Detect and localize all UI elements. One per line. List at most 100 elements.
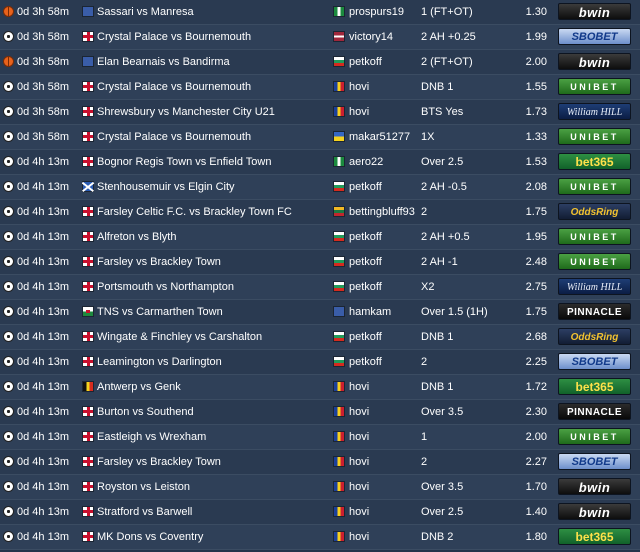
match-link[interactable]: Crystal Palace vs Bournemouth bbox=[97, 25, 327, 49]
bookmaker-logo[interactable]: bwin bbox=[558, 478, 631, 495]
match-link[interactable]: Sassari vs Manresa bbox=[97, 0, 327, 24]
match-link[interactable]: Crystal Palace vs Bournemouth bbox=[97, 125, 327, 149]
tipster-link[interactable]: prospurs19 bbox=[349, 0, 419, 24]
bookmaker-cell[interactable]: SBOBET bbox=[558, 25, 633, 49]
bookmaker-cell[interactable]: bwin bbox=[558, 500, 633, 524]
tip-row[interactable]: 0d 4h 13m Portsmouth vs Northampton petk… bbox=[0, 275, 640, 300]
bookmaker-logo[interactable]: UNIBET bbox=[558, 78, 631, 95]
bookmaker-cell[interactable]: OddsRing bbox=[558, 200, 633, 224]
bookmaker-logo[interactable]: bet365 bbox=[558, 153, 631, 170]
tipster-link[interactable]: hamkam bbox=[349, 300, 419, 324]
tip-row[interactable]: 0d 4h 13m Antwerp vs Genk hovi DNB 1 1.7… bbox=[0, 375, 640, 400]
bookmaker-logo[interactable]: PINNACLE bbox=[558, 303, 631, 320]
bookmaker-cell[interactable]: UNIBET bbox=[558, 250, 633, 274]
match-link[interactable]: Antwerp vs Genk bbox=[97, 375, 327, 399]
tipster-link[interactable]: makar51277 bbox=[349, 125, 419, 149]
tip-row[interactable]: 0d 3h 58m Crystal Palace vs Bournemouth … bbox=[0, 25, 640, 50]
match-link[interactable]: Wingate & Finchley vs Carshalton bbox=[97, 325, 327, 349]
tip-row[interactable]: 0d 4h 13m Burton vs Southend hovi Over 3… bbox=[0, 400, 640, 425]
tip-row[interactable]: 0d 3h 58m Elan Bearnais vs Bandirma petk… bbox=[0, 50, 640, 75]
tipster-link[interactable]: petkoff bbox=[349, 50, 419, 74]
bookmaker-cell[interactable]: UNIBET bbox=[558, 175, 633, 199]
bookmaker-cell[interactable]: UNIBET bbox=[558, 425, 633, 449]
bookmaker-cell[interactable]: bwin bbox=[558, 50, 633, 74]
tip-row[interactable]: 0d 3h 58m Crystal Palace vs Bournemouth … bbox=[0, 125, 640, 150]
match-link[interactable]: Bognor Regis Town vs Enfield Town bbox=[97, 150, 327, 174]
match-link[interactable]: MK Dons vs Coventry bbox=[97, 525, 327, 549]
tipster-link[interactable]: hovi bbox=[349, 400, 419, 424]
bookmaker-cell[interactable]: bet365 bbox=[558, 525, 633, 549]
bookmaker-cell[interactable]: PINNACLE bbox=[558, 400, 633, 424]
bookmaker-logo[interactable]: UNIBET bbox=[558, 128, 631, 145]
match-link[interactable]: Eastleigh vs Wrexham bbox=[97, 425, 327, 449]
bookmaker-cell[interactable]: SBOBET bbox=[558, 450, 633, 474]
bookmaker-logo[interactable]: William HILL bbox=[558, 278, 631, 295]
bookmaker-cell[interactable]: UNIBET bbox=[558, 225, 633, 249]
bookmaker-logo[interactable]: UNIBET bbox=[558, 428, 631, 445]
bookmaker-cell[interactable]: UNIBET bbox=[558, 125, 633, 149]
tip-row[interactable]: 0d 4h 13m Stenhousemuir vs Elgin City pe… bbox=[0, 175, 640, 200]
bookmaker-logo[interactable]: OddsRing bbox=[558, 328, 631, 345]
bookmaker-logo[interactable]: UNIBET bbox=[558, 228, 631, 245]
bookmaker-cell[interactable]: OddsRing bbox=[558, 325, 633, 349]
match-link[interactable]: Alfreton vs Blyth bbox=[97, 225, 327, 249]
match-link[interactable]: Shrewsbury vs Manchester City U21 bbox=[97, 100, 327, 124]
match-link[interactable]: Royston vs Leiston bbox=[97, 475, 327, 499]
tipster-link[interactable]: hovi bbox=[349, 100, 419, 124]
match-link[interactable]: TNS vs Carmarthen Town bbox=[97, 300, 327, 324]
bookmaker-cell[interactable]: bet365 bbox=[558, 150, 633, 174]
bookmaker-cell[interactable]: SBOBET bbox=[558, 350, 633, 374]
bookmaker-cell[interactable]: UNIBET bbox=[558, 75, 633, 99]
tipster-link[interactable]: bettingbluff93 bbox=[349, 200, 419, 224]
tipster-link[interactable]: hovi bbox=[349, 450, 419, 474]
tip-row[interactable]: 0d 4h 13m Leamington vs Darlington petko… bbox=[0, 350, 640, 375]
bookmaker-logo[interactable]: UNIBET bbox=[558, 178, 631, 195]
bookmaker-logo[interactable]: PINNACLE bbox=[558, 403, 631, 420]
tip-row[interactable]: 0d 4h 13m Eastleigh vs Wrexham hovi 1 2.… bbox=[0, 425, 640, 450]
tip-row[interactable]: 0d 4h 13m TNS vs Carmarthen Town hamkam … bbox=[0, 300, 640, 325]
bookmaker-cell[interactable]: PINNACLE bbox=[558, 300, 633, 324]
tip-row[interactable]: 0d 4h 13m Wingate & Finchley vs Carshalt… bbox=[0, 325, 640, 350]
bookmaker-logo[interactable]: bet365 bbox=[558, 528, 631, 545]
tip-row[interactable]: 0d 4h 13m Farsley vs Brackley Town petko… bbox=[0, 250, 640, 275]
tipster-link[interactable]: petkoff bbox=[349, 175, 419, 199]
bookmaker-logo[interactable]: bet365 bbox=[558, 378, 631, 395]
match-link[interactable]: Stratford vs Barwell bbox=[97, 500, 327, 524]
match-link[interactable]: Portsmouth vs Northampton bbox=[97, 275, 327, 299]
bookmaker-logo[interactable]: OddsRing bbox=[558, 203, 631, 220]
bookmaker-logo[interactable]: SBOBET bbox=[558, 453, 631, 470]
tipster-link[interactable]: aero22 bbox=[349, 150, 419, 174]
match-link[interactable]: Elan Bearnais vs Bandirma bbox=[97, 50, 327, 74]
bookmaker-cell[interactable]: bwin bbox=[558, 475, 633, 499]
match-link[interactable]: Burton vs Southend bbox=[97, 400, 327, 424]
tip-row[interactable]: 0d 4h 13m Royston vs Leiston hovi Over 3… bbox=[0, 475, 640, 500]
tip-row[interactable]: 0d 4h 13m Stratford vs Barwell hovi Over… bbox=[0, 500, 640, 525]
tip-row[interactable]: 0d 3h 58m Shrewsbury vs Manchester City … bbox=[0, 100, 640, 125]
bookmaker-logo[interactable]: SBOBET bbox=[558, 28, 631, 45]
bookmaker-cell[interactable]: bet365 bbox=[558, 375, 633, 399]
bookmaker-cell[interactable]: bwin bbox=[558, 0, 633, 24]
match-link[interactable]: Farsley vs Brackley Town bbox=[97, 250, 327, 274]
tipster-link[interactable]: petkoff bbox=[349, 325, 419, 349]
tip-row[interactable]: 0d 4h 13m Alfreton vs Blyth petkoff 2 AH… bbox=[0, 225, 640, 250]
bookmaker-logo[interactable]: bwin bbox=[558, 3, 631, 20]
match-link[interactable]: Farsley Celtic F.C. vs Brackley Town FC bbox=[97, 200, 327, 224]
tipster-link[interactable]: petkoff bbox=[349, 225, 419, 249]
tip-row[interactable]: 0d 4h 13m Farsley vs Brackley Town hovi … bbox=[0, 450, 640, 475]
tipster-link[interactable]: hovi bbox=[349, 425, 419, 449]
bookmaker-logo[interactable]: bwin bbox=[558, 503, 631, 520]
tip-row[interactable]: 0d 4h 13m MK Dons vs Coventry hovi DNB 2… bbox=[0, 525, 640, 550]
match-link[interactable]: Crystal Palace vs Bournemouth bbox=[97, 75, 327, 99]
bookmaker-logo[interactable]: SBOBET bbox=[558, 353, 631, 370]
tipster-link[interactable]: hovi bbox=[349, 525, 419, 549]
bookmaker-cell[interactable]: William HILL bbox=[558, 275, 633, 299]
tipster-link[interactable]: petkoff bbox=[349, 350, 419, 374]
bookmaker-logo[interactable]: William HILL bbox=[558, 103, 631, 120]
tip-row[interactable]: 0d 3h 58m Sassari vs Manresa prospurs19 … bbox=[0, 0, 640, 25]
tip-row[interactable]: 0d 3h 58m Crystal Palace vs Bournemouth … bbox=[0, 75, 640, 100]
match-link[interactable]: Stenhousemuir vs Elgin City bbox=[97, 175, 327, 199]
tipster-link[interactable]: hovi bbox=[349, 500, 419, 524]
match-link[interactable]: Farsley vs Brackley Town bbox=[97, 450, 327, 474]
tipster-link[interactable]: victory14 bbox=[349, 25, 419, 49]
bookmaker-logo[interactable]: UNIBET bbox=[558, 253, 631, 270]
